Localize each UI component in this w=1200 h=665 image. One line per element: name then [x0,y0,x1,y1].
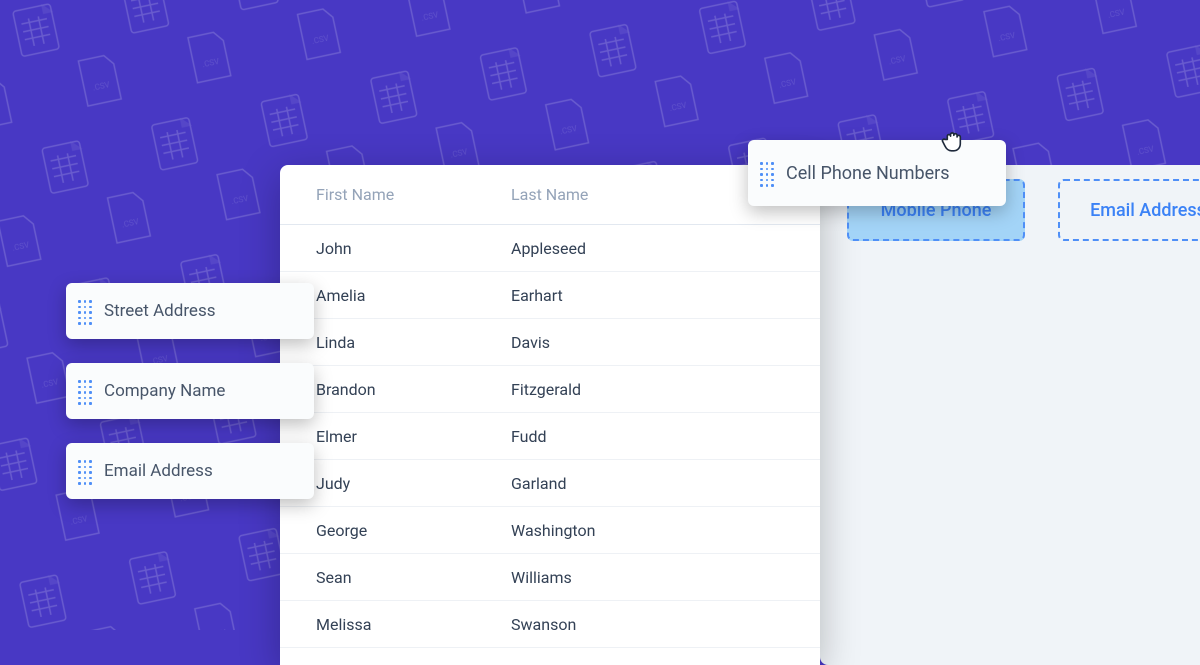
table-row: JudyGarland [280,460,820,507]
table-row: MelissaSwanson [280,601,820,648]
field-chip-company-name[interactable]: Company Name [66,363,314,419]
table-row: JohnAppleseed [280,225,820,272]
table-row: GeorgeWashington [280,507,820,554]
field-chip-label: Cell Phone Numbers [786,163,950,184]
field-chip-label: Company Name [104,381,225,401]
grab-cursor-icon [940,128,966,154]
drag-handle-icon[interactable] [760,162,774,184]
drag-handle-icon[interactable] [78,300,92,322]
table-row: BrandonFitzgerald [280,366,820,413]
table-row: ElmerFudd [280,413,820,460]
data-table-card: First Name Last Name JohnAppleseed Ameli… [280,165,820,665]
table-body: JohnAppleseed AmeliaEarhart LindaDavis B… [280,225,820,648]
drag-handle-icon[interactable] [78,460,92,482]
dropzone-email-address[interactable]: Email Address [1058,179,1200,241]
table-row: SeanWilliams [280,554,820,601]
field-chip-email-address[interactable]: Email Address [66,443,314,499]
table-header-row: First Name Last Name [280,165,820,225]
field-chip-label: Street Address [104,301,216,321]
table-row: LindaDavis [280,319,820,366]
drag-handle-icon[interactable] [78,380,92,402]
dropzone-label: Email Address [1090,200,1200,221]
column-header-first-name: First Name [316,185,511,204]
column-header-last-name: Last Name [511,185,784,204]
field-chip-street-address[interactable]: Street Address [66,283,314,339]
table-row: AmeliaEarhart [280,272,820,319]
field-chip-label: Email Address [104,461,213,481]
field-chip-cell-phone-numbers[interactable]: Cell Phone Numbers [748,140,1006,206]
